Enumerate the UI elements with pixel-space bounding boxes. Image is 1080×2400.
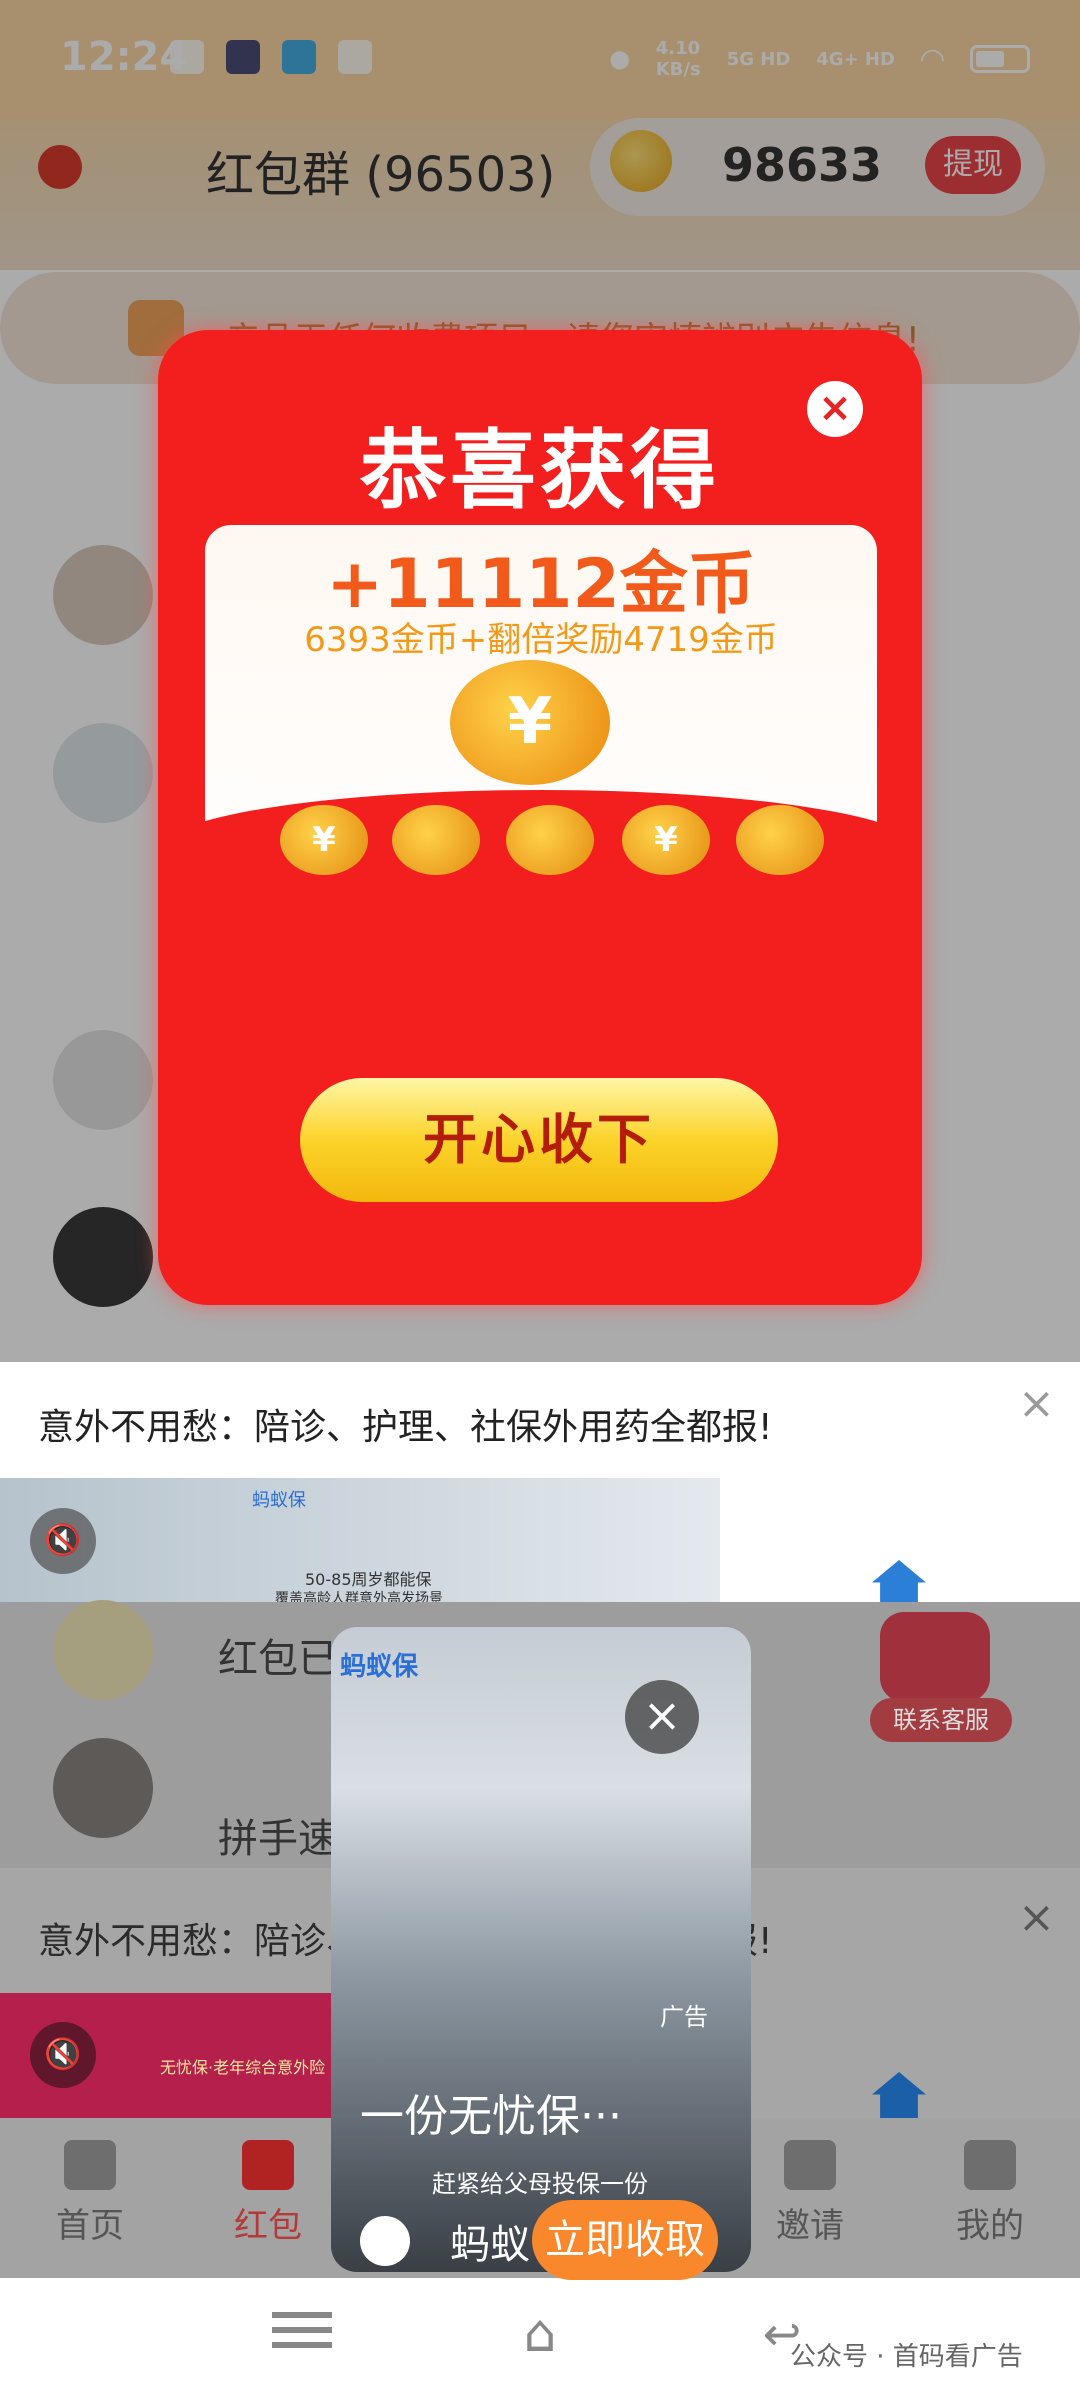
nav-label: 首页 bbox=[56, 2206, 124, 2246]
nav-home[interactable]: 首页 bbox=[30, 2140, 150, 2247]
profile-icon bbox=[964, 2140, 1016, 2190]
gold-coin-icon bbox=[392, 805, 480, 875]
nav-invite[interactable]: 邀请 bbox=[750, 2140, 870, 2247]
gold-coin-icon: ¥ bbox=[450, 660, 610, 785]
gold-coin-stack-icon bbox=[506, 805, 594, 875]
chat-avatar[interactable] bbox=[53, 1600, 153, 1700]
close-icon[interactable]: × bbox=[1018, 1378, 1055, 1429]
nav-red-packet[interactable]: 红包 bbox=[208, 2140, 328, 2247]
chat-avatar[interactable] bbox=[53, 1738, 153, 1838]
mute-icon[interactable]: 🔇 bbox=[30, 1508, 96, 1574]
watermark: 公众号 · 首码看广告 bbox=[790, 2342, 1023, 2372]
accept-reward-button[interactable]: 开心收下 bbox=[300, 1078, 778, 1202]
gold-coin-icon: ¥ bbox=[280, 805, 368, 875]
gold-coin-icon: ¥ bbox=[622, 805, 710, 875]
ad-video-text: 无忧保·老年综合意外险 bbox=[160, 2058, 326, 2077]
nav-label: 红包 bbox=[234, 2206, 302, 2246]
reward-modal-title: 恭喜获得 bbox=[360, 421, 720, 521]
ad-label: 广告 bbox=[660, 2003, 708, 2031]
ad-title[interactable]: 意外不用愁：陪诊、护理、社保外用药全都报! bbox=[38, 1398, 772, 1450]
invite-icon bbox=[784, 2140, 836, 2190]
gold-coin-stack-icon bbox=[736, 805, 824, 875]
robot-icon bbox=[880, 1612, 990, 1702]
ad-brand: 蚂蚁 bbox=[450, 2222, 530, 2268]
nav-profile[interactable]: 我的 bbox=[930, 2140, 1050, 2247]
home-icon bbox=[64, 2140, 116, 2190]
nav-label: 我的 bbox=[956, 2206, 1024, 2246]
mute-icon[interactable]: 🔇 bbox=[30, 2022, 96, 2088]
close-icon[interactable]: × bbox=[807, 381, 863, 437]
menu-icon[interactable] bbox=[272, 2312, 332, 2348]
ad-brand-small: 蚂蚁保 bbox=[252, 1490, 306, 1511]
ad-subcaption: 赶紧给父母投保一份 bbox=[432, 2170, 648, 2198]
ad-video-text: 50-85周岁都能保 bbox=[305, 1570, 432, 1589]
chat-preview[interactable]: 红包已 bbox=[218, 1626, 338, 1684]
contact-service-button[interactable]: 联系客服 bbox=[870, 1698, 1012, 1742]
chat-preview[interactable]: 拼手速 bbox=[218, 1806, 338, 1864]
claim-now-button[interactable]: 立即收取 bbox=[532, 2200, 718, 2280]
brand-logo-icon bbox=[360, 2216, 410, 2266]
reward-detail: 6393金币+翻倍奖励4719金币 bbox=[304, 620, 778, 660]
nav-label: 邀请 bbox=[776, 2206, 844, 2246]
close-icon[interactable]: × bbox=[625, 1680, 699, 1754]
ad-caption: 一份无忧保··· bbox=[360, 2091, 622, 2142]
close-icon[interactable]: × bbox=[1018, 1892, 1055, 1943]
ad-brand-logo: 蚂蚁保 bbox=[340, 1652, 419, 1682]
home-icon[interactable]: ⌂ bbox=[510, 2308, 570, 2360]
red-packet-icon bbox=[242, 2140, 294, 2190]
